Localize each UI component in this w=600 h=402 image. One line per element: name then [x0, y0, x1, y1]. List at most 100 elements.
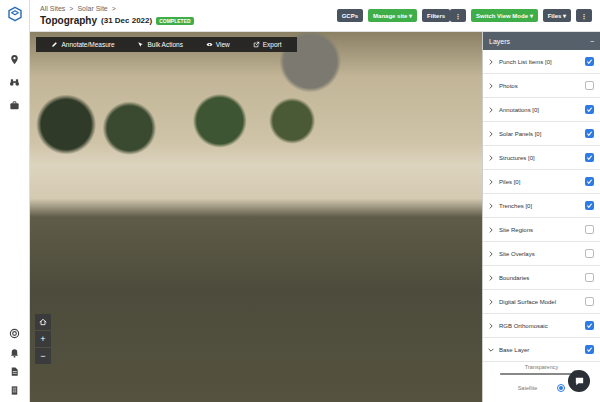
transparency-label: Transparency [525, 364, 558, 370]
layer-checkbox[interactable] [585, 105, 594, 114]
chevron-icon[interactable] [488, 179, 494, 185]
layers-header: Layers− [483, 32, 600, 50]
layer-checkbox[interactable] [585, 249, 594, 258]
layer-checkbox[interactable] [585, 297, 594, 306]
document-icon[interactable] [9, 366, 20, 377]
chevron-icon[interactable] [488, 227, 494, 233]
zoom-button[interactable]: + [35, 331, 51, 347]
map-pin-icon[interactable] [9, 54, 20, 65]
layer-row[interactable]: Trenches [0] [483, 194, 600, 218]
radio-dot [559, 386, 563, 390]
header-button[interactable]: Filters [422, 9, 450, 22]
chevron-icon[interactable] [488, 155, 494, 161]
chevron-icon[interactable] [488, 203, 494, 209]
header-button[interactable]: Files ▾ [543, 9, 571, 22]
collapse-button[interactable]: − [590, 38, 594, 45]
chevron-icon[interactable] [488, 275, 494, 281]
chevron-icon[interactable] [488, 59, 494, 65]
layer-label: Site Overlays [499, 251, 580, 257]
layer-row[interactable]: Annotations [0] [483, 98, 600, 122]
chat-icon [574, 376, 585, 387]
breadcrumb: All Sites>Solar Site> [40, 5, 194, 12]
toolbar-item[interactable]: View [206, 41, 230, 48]
layer-label: Piles [0] [499, 179, 580, 185]
zoom-button[interactable]: − [35, 348, 51, 364]
zoom-controls: +− [35, 314, 51, 364]
header-button[interactable]: ⋮ [576, 9, 592, 22]
cursor-icon [137, 41, 144, 48]
chevron-icon[interactable] [488, 83, 494, 89]
home-icon [39, 318, 47, 326]
main-area: All Sites>Solar Site>Topography(31 Dec 2… [30, 0, 600, 402]
layer-row[interactable]: Piles [0] [483, 170, 600, 194]
export-icon [253, 41, 260, 48]
building-icon[interactable] [9, 385, 20, 396]
breadcrumb-link[interactable]: Solar Site [77, 5, 107, 12]
header-button[interactable]: Switch View Mode ▾ [471, 9, 538, 22]
layer-checkbox[interactable] [585, 201, 594, 210]
chevron-icon[interactable] [488, 323, 494, 329]
app: All Sites>Solar Site>Topography(31 Dec 2… [0, 0, 600, 402]
briefcase-icon[interactable] [9, 100, 20, 111]
header: All Sites>Solar Site>Topography(31 Dec 2… [30, 0, 600, 32]
logo-icon[interactable] [7, 6, 23, 22]
layer-checkbox[interactable] [585, 81, 594, 90]
bell-icon[interactable] [9, 347, 20, 358]
layer-row[interactable]: Punch List Items [0] [483, 50, 600, 74]
layer-checkbox[interactable] [585, 273, 594, 282]
title-block: All Sites>Solar Site>Topography(31 Dec 2… [40, 5, 194, 26]
layer-row[interactable]: Base Layer [483, 338, 600, 362]
breadcrumb-link[interactable]: All Sites [40, 5, 65, 12]
layer-row[interactable]: Site Overlays [483, 242, 600, 266]
chevron-icon[interactable] [488, 299, 494, 305]
chevron-icon[interactable] [488, 107, 494, 113]
page-title: Topography [40, 15, 97, 26]
layer-checkbox[interactable] [585, 129, 594, 138]
header-button[interactable]: GCPs [337, 9, 363, 22]
chat-button[interactable] [568, 370, 590, 392]
map-view[interactable]: Annotate/Measure Bulk Actions View Export +− [30, 32, 482, 402]
layer-row[interactable]: Photos [483, 74, 600, 98]
layer-label: Digital Surface Model [499, 299, 580, 305]
content: Annotate/MeasureBulk ActionsViewExport+−… [30, 32, 600, 402]
layer-checkbox[interactable] [585, 153, 594, 162]
binoculars-icon[interactable] [9, 77, 20, 88]
layer-checkbox[interactable] [585, 345, 594, 354]
eye-icon [206, 41, 213, 48]
toolbar-item[interactable]: Export [253, 41, 282, 48]
breadcrumb-separator: > [69, 5, 73, 12]
header-button[interactable]: ⋮ [450, 9, 466, 22]
layer-checkbox[interactable] [585, 177, 594, 186]
layer-row[interactable]: RGB Orthomosaic [483, 314, 600, 338]
toolbar-label: Annotate/Measure [61, 41, 114, 48]
toolbar-item[interactable]: Bulk Actions [137, 41, 182, 48]
chevron-icon[interactable] [488, 251, 494, 257]
sidebar [0, 0, 30, 402]
header-button[interactable]: Manage site ▾ [368, 9, 417, 22]
help-icon[interactable] [9, 328, 20, 339]
aerial-photo [30, 32, 482, 402]
layer-row[interactable]: Solar Panels [0] [483, 122, 600, 146]
toolbar-item[interactable]: Annotate/Measure [51, 41, 114, 48]
layer-row[interactable]: Structures [0] [483, 146, 600, 170]
layers-panel: Layers−Punch List Items [0] Photos Annotat… [482, 32, 600, 402]
sidebar-top [7, 6, 23, 111]
layer-checkbox[interactable] [585, 57, 594, 66]
layer-checkbox[interactable] [585, 321, 594, 330]
chevron-icon[interactable] [488, 347, 494, 353]
layer-label: Structures [0] [499, 155, 580, 161]
layer-checkbox[interactable] [585, 225, 594, 234]
home-button[interactable] [35, 314, 51, 330]
chevron-icon[interactable] [488, 131, 494, 137]
layer-label: RGB Orthomosaic [499, 323, 580, 329]
layer-label: Photos [499, 83, 580, 89]
layer-label: Trenches [0] [499, 203, 580, 209]
layer-row[interactable]: Digital Surface Model [483, 290, 600, 314]
toolbar-label: Bulk Actions [147, 41, 182, 48]
toolbar-label: View [216, 41, 230, 48]
option-radio[interactable] [557, 384, 565, 392]
slider-fill [500, 373, 576, 375]
layer-label: Boundaries [499, 275, 580, 281]
layer-row[interactable]: Site Regions [483, 218, 600, 242]
layer-row[interactable]: Boundaries [483, 266, 600, 290]
